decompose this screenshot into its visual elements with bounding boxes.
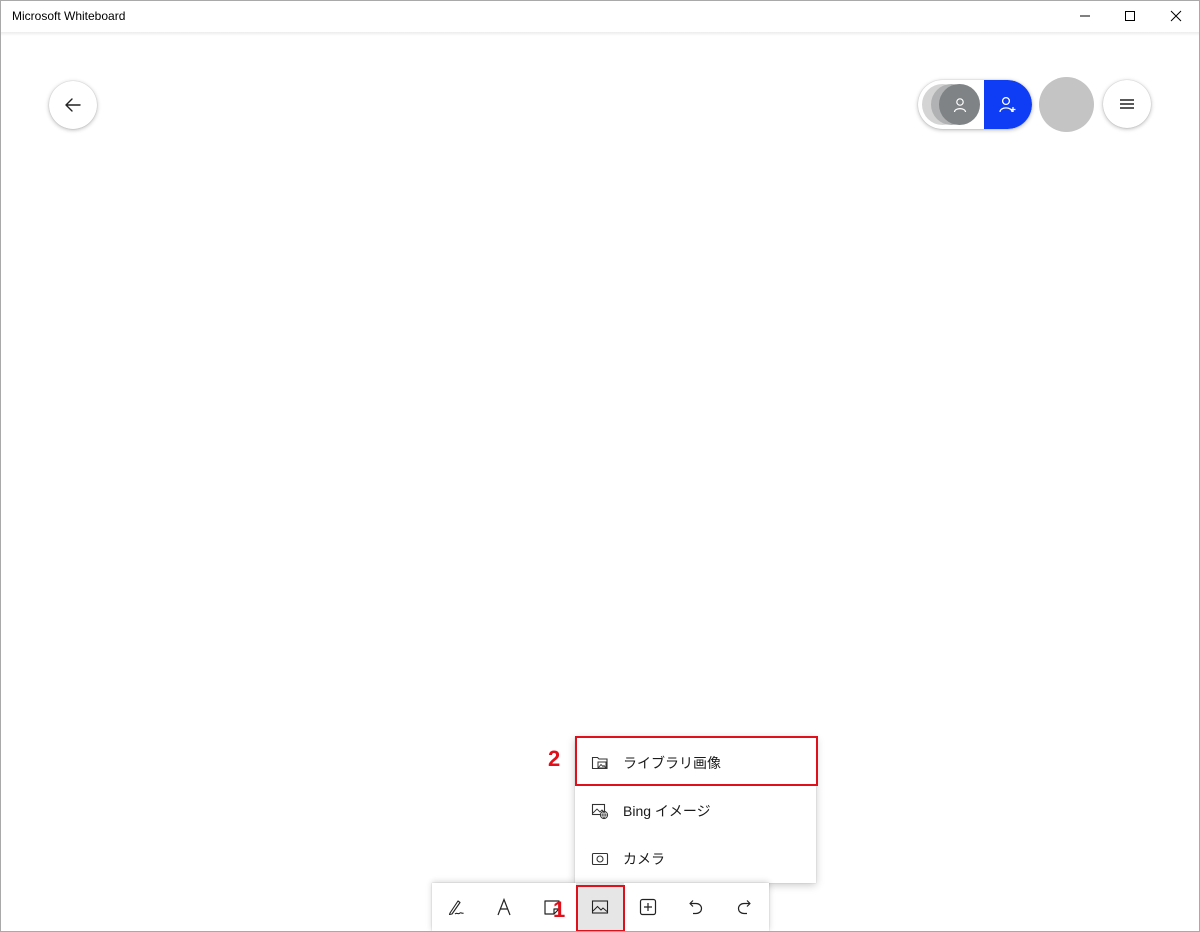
menu-item-label: カメラ: [623, 851, 665, 867]
title-bar-divider: [1, 32, 1199, 36]
redo-icon: [737, 900, 751, 915]
undo-icon: [689, 900, 703, 915]
arrow-left-icon: [65, 98, 81, 112]
highlight-box-step-1: [576, 885, 625, 932]
step-label-1: 1: [553, 897, 566, 922]
text-tool-button[interactable]: [480, 883, 528, 931]
window-title: Microsoft Whiteboard: [12, 9, 126, 23]
menu-item-label: Bing イメージ: [623, 803, 711, 819]
menu-item-camera[interactable]: カメラ: [575, 835, 816, 883]
close-button[interactable]: [1153, 0, 1199, 32]
person-add-icon: [999, 96, 1016, 112]
pen-tool-button[interactable]: [432, 883, 480, 931]
close-icon: [1170, 10, 1182, 22]
pen-icon: [448, 900, 464, 916]
text-icon: [497, 897, 511, 916]
maximize-icon: [1125, 11, 1135, 21]
minimize-icon: [1080, 15, 1090, 17]
sticky-note-tool-button[interactable]: [528, 883, 576, 931]
insert-tool-button[interactable]: [624, 883, 672, 931]
menu-button[interactable]: [1103, 80, 1151, 128]
back-button[interactable]: [49, 81, 97, 129]
plus-box-icon: [639, 898, 657, 916]
highlight-box-step-2: [575, 736, 818, 786]
title-bar: Microsoft Whiteboard: [0, 0, 1200, 32]
redo-button[interactable]: [720, 883, 768, 931]
maximize-button[interactable]: [1107, 0, 1153, 32]
step-label-2: 2: [548, 746, 561, 771]
undo-button[interactable]: [672, 883, 720, 931]
web-image-icon: [591, 802, 609, 820]
collaborator-avatar: [939, 84, 980, 125]
menu-item-bing-image[interactable]: Bing イメージ: [575, 787, 816, 835]
collaborators-pill[interactable]: [918, 80, 1032, 129]
minimize-button[interactable]: [1062, 0, 1108, 32]
invite-button[interactable]: [984, 80, 1032, 129]
camera-icon: [591, 850, 609, 868]
person-icon: [953, 97, 966, 112]
user-avatar[interactable]: [1039, 77, 1094, 132]
hamburger-icon: [1120, 99, 1134, 109]
collaborator-avatars: [922, 84, 982, 125]
